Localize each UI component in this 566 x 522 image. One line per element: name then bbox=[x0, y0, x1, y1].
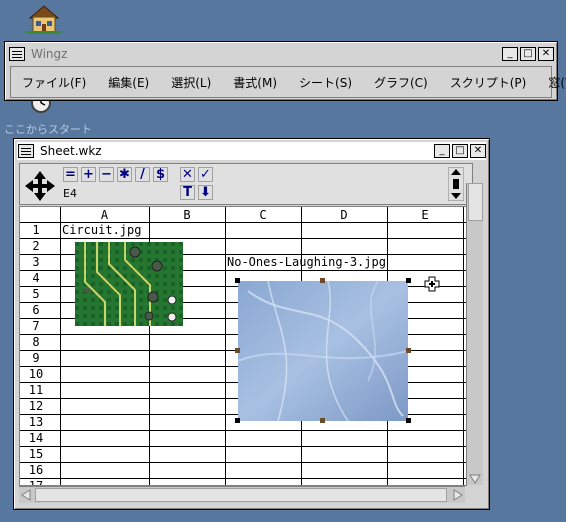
home-icon[interactable] bbox=[26, 4, 62, 34]
move-cursor-icon bbox=[424, 276, 440, 292]
minimize-button[interactable]: _ bbox=[502, 47, 518, 61]
row-header[interactable]: 10 bbox=[20, 367, 52, 381]
maximize-button[interactable]: □ bbox=[452, 144, 468, 158]
row-header[interactable]: 16 bbox=[20, 463, 52, 477]
column-header-b[interactable]: B bbox=[149, 208, 225, 222]
row-header[interactable]: 13 bbox=[20, 415, 52, 429]
row-header[interactable]: 17 bbox=[20, 479, 52, 485]
vertical-scrollbar[interactable] bbox=[466, 183, 483, 485]
close-button[interactable]: ✕ bbox=[470, 144, 486, 158]
navigation-cross-icon[interactable] bbox=[24, 170, 56, 202]
dollar-button[interactable]: $ bbox=[153, 167, 168, 182]
minimize-button[interactable]: _ bbox=[434, 144, 450, 158]
menubar: ファイル(F) 編集(E) 選択(L) 書式(M) シート(S) グラフ(C) … bbox=[10, 66, 566, 98]
scroll-right-icon[interactable] bbox=[451, 488, 465, 502]
multiply-button[interactable]: ✱ bbox=[117, 167, 132, 182]
toolbar-scroll-icon[interactable] bbox=[448, 167, 464, 201]
column-header-c[interactable]: C bbox=[225, 208, 301, 222]
insert-button[interactable]: ⬇ bbox=[198, 185, 213, 200]
column-header-a[interactable]: A bbox=[60, 208, 149, 222]
maximize-button[interactable]: □ bbox=[520, 47, 536, 61]
window-menu-icon[interactable] bbox=[9, 47, 25, 61]
row-header[interactable]: 8 bbox=[20, 335, 52, 349]
row-header[interactable]: 9 bbox=[20, 351, 52, 365]
cell-a1[interactable]: Circuit.jpg bbox=[62, 223, 141, 237]
menu-sheet[interactable]: シート(S) bbox=[288, 74, 363, 91]
window-menu-icon[interactable] bbox=[18, 144, 34, 158]
menu-edit[interactable]: 編集(E) bbox=[97, 74, 160, 91]
scroll-thumb[interactable] bbox=[35, 488, 447, 502]
row-header[interactable]: 6 bbox=[20, 303, 52, 317]
column-header-d[interactable]: D bbox=[301, 208, 387, 222]
app-titlebar[interactable]: Wingz _ □ ✕ bbox=[8, 45, 554, 63]
start-here-label[interactable]: ここからスタート bbox=[4, 121, 92, 137]
scroll-left-icon[interactable] bbox=[19, 488, 33, 502]
equals-button[interactable]: = bbox=[63, 167, 78, 182]
wingz-app-window: Wingz _ □ ✕ ファイル(F) 編集(E) 選択(L) 書式(M) シー… bbox=[4, 41, 566, 101]
cell-reference[interactable]: E4 bbox=[63, 187, 77, 200]
menu-graph[interactable]: グラフ(C) bbox=[363, 74, 439, 91]
scroll-thumb[interactable] bbox=[468, 183, 483, 221]
spreadsheet-grid[interactable]: A B C D E 1 2 3 4 5 6 7 8 9 10 11 12 13 … bbox=[19, 206, 467, 486]
plus-button[interactable]: + bbox=[81, 167, 96, 182]
divide-button[interactable]: / bbox=[135, 167, 150, 182]
menu-file[interactable]: ファイル(F) bbox=[11, 74, 97, 91]
row-header[interactable]: 14 bbox=[20, 431, 52, 445]
row-header[interactable]: 7 bbox=[20, 319, 52, 333]
menu-format[interactable]: 書式(M) bbox=[222, 74, 288, 91]
cell-c3[interactable]: No-Ones-Laughing-3.jpg bbox=[227, 255, 386, 269]
abstract-blue-image[interactable] bbox=[238, 281, 408, 421]
sheet-window: Sheet.wkz _ □ ✕ = + − ✱ / $ ✕ ✓ T ⬇ E4 A… bbox=[13, 138, 490, 510]
row-header[interactable]: 3 bbox=[20, 255, 52, 269]
menu-select[interactable]: 選択(L) bbox=[160, 74, 222, 91]
row-header[interactable]: 11 bbox=[20, 383, 52, 397]
scroll-down-icon[interactable] bbox=[467, 473, 483, 485]
circuit-board-image[interactable] bbox=[75, 242, 183, 326]
horizontal-scrollbar[interactable] bbox=[19, 486, 465, 503]
formula-toolbar: = + − ✱ / $ ✕ ✓ T ⬇ E4 bbox=[19, 163, 473, 205]
app-title: Wingz bbox=[31, 47, 68, 61]
column-header-e[interactable]: E bbox=[387, 208, 463, 222]
minus-button[interactable]: − bbox=[99, 167, 114, 182]
menu-script[interactable]: スクリプト(P) bbox=[439, 74, 538, 91]
row-header[interactable]: 4 bbox=[20, 271, 52, 285]
row-header[interactable]: 12 bbox=[20, 399, 52, 413]
accept-button[interactable]: ✓ bbox=[198, 167, 213, 182]
row-header[interactable]: 15 bbox=[20, 447, 52, 461]
row-header[interactable]: 1 bbox=[20, 223, 52, 237]
text-tool-button[interactable]: T bbox=[180, 185, 195, 200]
row-header[interactable]: 2 bbox=[20, 239, 52, 253]
row-header[interactable]: 5 bbox=[20, 287, 52, 301]
sheet-title: Sheet.wkz bbox=[40, 144, 102, 158]
cancel-button[interactable]: ✕ bbox=[180, 167, 195, 182]
menu-window[interactable]: 窓(W) bbox=[537, 74, 566, 91]
close-button[interactable]: ✕ bbox=[538, 47, 554, 61]
sheet-titlebar[interactable]: Sheet.wkz _ □ ✕ bbox=[17, 142, 486, 160]
